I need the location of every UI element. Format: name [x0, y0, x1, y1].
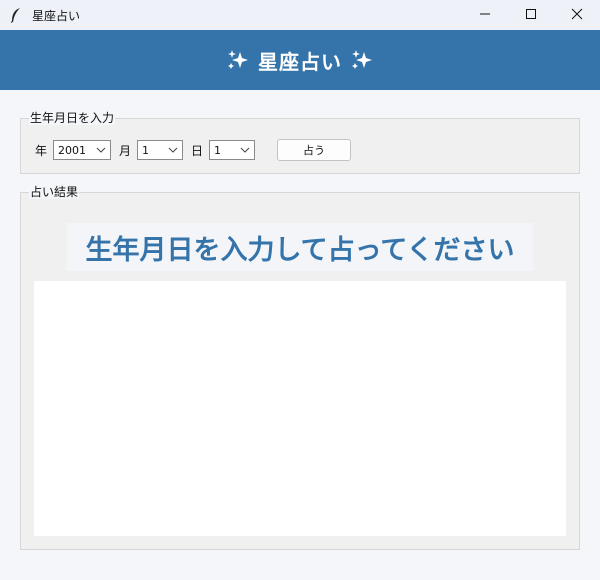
minimize-icon [479, 8, 491, 23]
result-heading: 生年月日を入力して占ってください [67, 223, 533, 271]
close-button[interactable] [554, 0, 600, 30]
day-label: 日 [191, 143, 204, 158]
close-icon [571, 8, 583, 23]
feather-icon [10, 7, 24, 23]
month-value: 1 [142, 143, 150, 157]
sparkles-icon [350, 48, 374, 72]
birthdate-frame-label: 生年月日を入力 [29, 111, 116, 125]
sparkles-icon [226, 48, 250, 72]
maximize-button[interactable] [508, 0, 554, 30]
month-label: 月 [119, 143, 132, 158]
year-combobox[interactable]: 2001 [53, 140, 112, 160]
window-titlebar: 星座占い [0, 0, 600, 30]
fortune-button[interactable]: 占う [277, 139, 352, 161]
year-value: 2001 [58, 143, 87, 157]
result-frame-label: 占い結果 [29, 185, 80, 199]
maximize-icon [525, 8, 537, 23]
chevron-down-icon [96, 147, 106, 153]
banner-title: 星座占い [258, 49, 342, 74]
day-combobox[interactable]: 1 [209, 140, 256, 160]
month-combobox[interactable]: 1 [137, 140, 184, 160]
year-label: 年 [35, 143, 48, 158]
app-banner: 星座占い [0, 30, 600, 90]
minimize-button[interactable] [462, 0, 508, 30]
day-value: 1 [214, 143, 222, 157]
window-title: 星座占い [32, 8, 81, 23]
fortune-result-frame: 占い結果 生年月日を入力して占ってください [20, 185, 580, 550]
result-text-area[interactable] [34, 281, 566, 536]
chevron-down-icon [168, 147, 178, 153]
chevron-down-icon [240, 147, 250, 153]
birthdate-input-frame: 生年月日を入力 年 2001 月 1 日 1 占う [20, 111, 580, 174]
